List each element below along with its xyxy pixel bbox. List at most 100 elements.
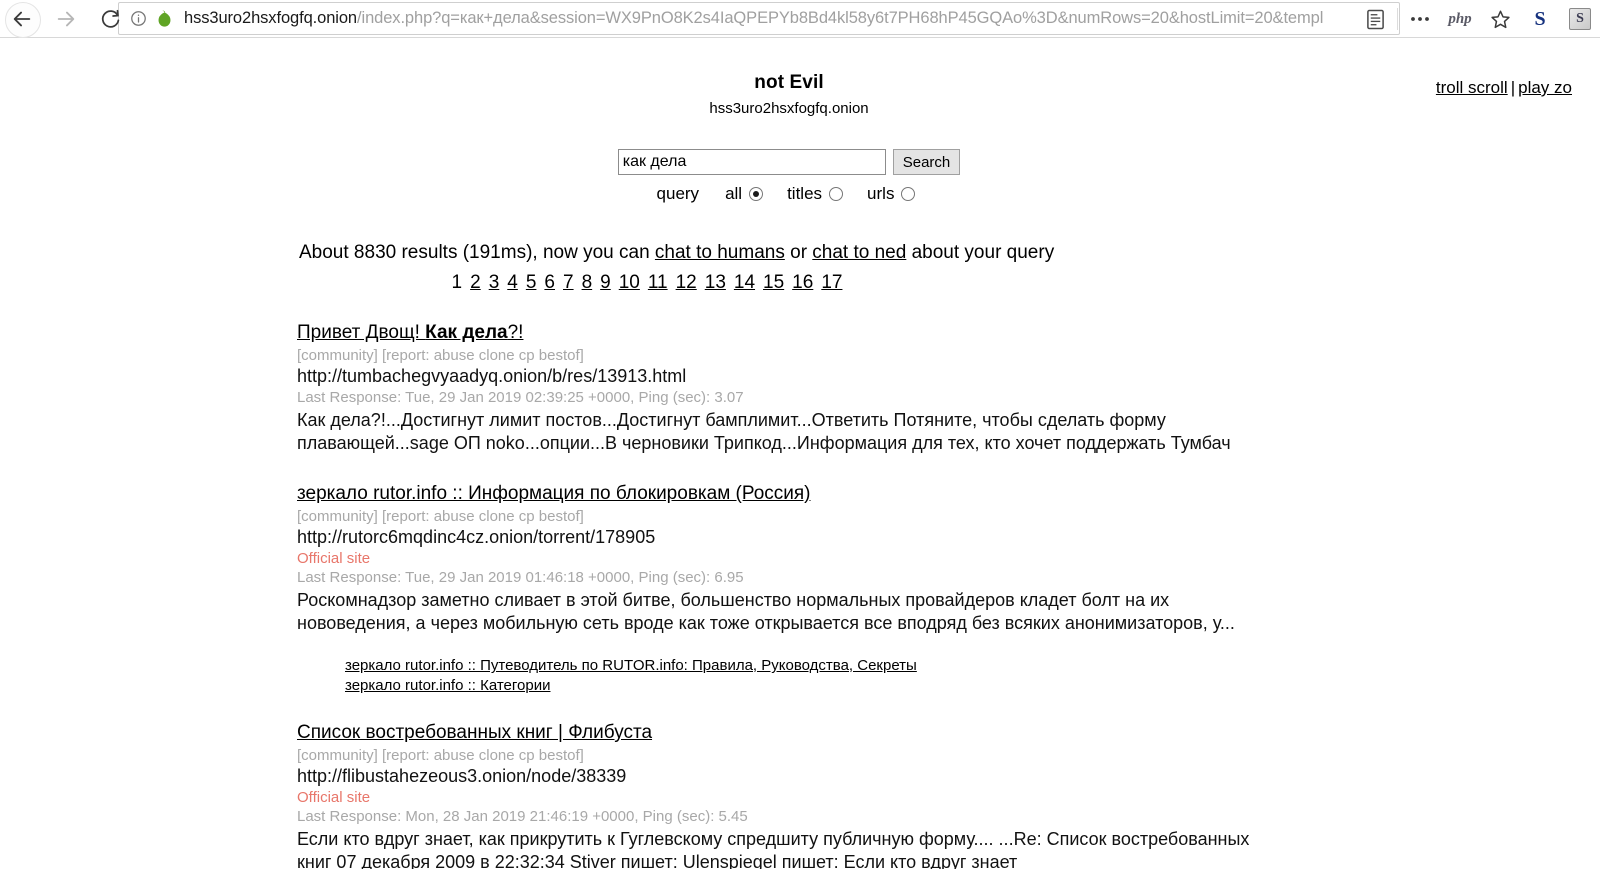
result-meta: Last Response: Mon, 28 Jan 2019 21:46:19…: [297, 808, 748, 826]
search-result: зеркало rutor.info :: Информация по блок…: [297, 483, 1272, 694]
pagination-current-page: 1: [451, 272, 463, 293]
top-links: troll scroll | play zo: [1436, 78, 1572, 98]
back-button[interactable]: [0, 0, 44, 38]
result-sublink[interactable]: зеркало rutor.info :: Категории: [345, 677, 1272, 694]
pagination-page-3[interactable]: 3: [489, 272, 500, 293]
pagination-page-16[interactable]: 16: [792, 272, 813, 293]
radio-all[interactable]: [749, 187, 764, 201]
pagination: 1 2 3 4 5 6 7 8 9 10 11 12 13 14 15 16 17: [297, 272, 997, 294]
pagination-page-13[interactable]: 13: [705, 272, 726, 293]
result-official-badge: Official site: [297, 789, 371, 807]
result-title-link[interactable]: зеркало rutor.info :: Информация по блок…: [297, 483, 811, 505]
toplink-separator: |: [1510, 78, 1516, 97]
results-summary-middle: or: [784, 242, 813, 263]
search-result: Список востребованных книг | Флибуста [co…: [297, 722, 1272, 869]
pagination-page-7[interactable]: 7: [563, 272, 574, 293]
extension-badge-button[interactable]: S: [1560, 0, 1600, 38]
navigation-buttons: [0, 0, 132, 38]
page-subtitle: hss3uro2hsxfogfq.onion: [709, 100, 869, 117]
pagination-page-12[interactable]: 12: [676, 272, 697, 293]
result-official-badge: Official site: [297, 550, 371, 568]
url-text: hss3uro2hsxfogfq.onion/index.php?q=как+д…: [184, 9, 1323, 28]
result-title-text: зеркало rutor.info :: Информация по блок…: [297, 483, 811, 505]
result-url: http://rutorc6mqdinc4cz.onion/torrent/17…: [297, 527, 656, 548]
troll-scroll-link[interactable]: troll scroll: [1436, 78, 1508, 97]
pagination-page-4[interactable]: 4: [507, 272, 518, 293]
search-result: Привет Двощ! Как дела?! [community] [repo…: [297, 322, 1272, 455]
back-arrow-icon: [13, 11, 31, 27]
pagination-page-6[interactable]: 6: [544, 272, 555, 293]
result-snippet: Роскомнадзор заметно сливает в этой битв…: [297, 590, 1235, 634]
scope-label-urls: urls: [867, 184, 895, 203]
url-bar[interactable]: hss3uro2hsxfogfq.onion/index.php?q=как+д…: [118, 2, 1400, 35]
radio-urls[interactable]: [901, 187, 916, 201]
pagination-page-8[interactable]: 8: [582, 272, 593, 293]
s-letter-icon: S: [1534, 7, 1546, 30]
result-url: http://flibustahezeous3.onion/node/38339: [297, 766, 627, 787]
search-input[interactable]: [617, 149, 886, 175]
result-tags[interactable]: [community] [report: abuse clone cp best…: [297, 347, 1272, 364]
play-zoo-link[interactable]: play zo: [1518, 78, 1572, 97]
query-scope-options: query all titles urls: [0, 184, 1578, 204]
pagination-page-9[interactable]: 9: [600, 272, 611, 293]
scope-option-all: all: [725, 184, 781, 204]
results-list: Привет Двощ! Как дела?! [community] [repo…: [297, 322, 1578, 869]
result-snippet: Если кто вдруг знает, как прикрутить к Г…: [297, 829, 1250, 869]
site-info-icon[interactable]: [130, 10, 147, 27]
s-badge-icon: S: [1569, 8, 1591, 30]
extension-s-button[interactable]: S: [1520, 0, 1560, 38]
result-sublinks: зеркало rutor.info :: Путеводитель по RU…: [345, 657, 1272, 694]
reader-view-button[interactable]: [1355, 0, 1395, 38]
search-button[interactable]: Search: [892, 149, 961, 175]
pagination-page-5[interactable]: 5: [526, 272, 537, 293]
pagination-page-11[interactable]: 11: [648, 272, 668, 293]
pagination-page-14[interactable]: 14: [734, 272, 755, 293]
bookmark-button[interactable]: [1480, 0, 1520, 38]
results-summary: About 8830 results (191ms), now you can …: [299, 242, 1578, 264]
more-options-button[interactable]: [1400, 0, 1440, 38]
pagination-page-15[interactable]: 15: [763, 272, 784, 293]
toolbar-right-icons: php S S: [1355, 0, 1600, 38]
php-extension-button[interactable]: php: [1440, 0, 1480, 38]
forward-arrow-icon: [57, 11, 75, 27]
search-form: Search: [0, 149, 1578, 175]
scope-label-titles: titles: [787, 184, 823, 203]
result-url: http://tumbachegvyaadyq.onion/b/res/1391…: [297, 366, 687, 386]
result-tags[interactable]: [community] [report: abuse clone cp best…: [297, 747, 1272, 764]
star-icon: [1490, 10, 1510, 28]
pagination-page-2[interactable]: 2: [470, 272, 481, 293]
result-meta: Last Response: Tue, 29 Jan 2019 02:39:25…: [297, 389, 744, 406]
result-snippet: Как дела?!...Достигнут лимит постов...До…: [297, 410, 1231, 454]
results-area: About 8830 results (191ms), now you can …: [0, 242, 1578, 869]
chat-to-humans-link[interactable]: chat to humans: [655, 242, 785, 263]
result-title-text-tail: ?!: [507, 322, 524, 343]
scope-label-all: all: [725, 184, 743, 203]
result-title-link[interactable]: Список востребованных книг | Флибуста: [297, 722, 652, 744]
php-label: php: [1448, 10, 1472, 27]
results-summary-suffix: about your query: [906, 242, 1055, 263]
result-title-highlight: Как дела: [425, 322, 508, 343]
pagination-page-10[interactable]: 10: [619, 272, 640, 293]
forward-button[interactable]: [44, 0, 88, 38]
radio-titles[interactable]: [829, 187, 844, 201]
reader-view-icon: [1366, 9, 1384, 29]
scope-option-urls: urls: [867, 184, 916, 204]
result-tags[interactable]: [community] [report: abuse clone cp best…: [297, 508, 1272, 525]
result-sublink[interactable]: зеркало rutor.info :: Путеводитель по RU…: [345, 657, 1272, 674]
page-title: not Evil: [754, 72, 824, 93]
results-summary-prefix: About 8830 results (191ms), now you can: [299, 242, 655, 263]
page-content: troll scroll | play zo not Evil hss3uro2hs…: [0, 38, 1600, 869]
browser-toolbar: hss3uro2hsxfogfq.onion/index.php?q=как+д…: [0, 0, 1600, 38]
ellipsis-icon: [1411, 17, 1429, 21]
scope-option-titles: titles: [787, 184, 861, 204]
result-title-text: Привет Двощ!: [297, 322, 426, 343]
page-inner: troll scroll | play zo not Evil hss3uro2hs…: [0, 72, 1578, 869]
query-label: query: [656, 184, 700, 203]
reload-icon: [101, 9, 119, 28]
url-host: hss3uro2hsxfogfq.onion: [184, 9, 358, 27]
result-title-text: Список востребованных книг | Флибуста: [297, 722, 653, 744]
pagination-page-17[interactable]: 17: [821, 272, 842, 293]
result-title-link[interactable]: Привет Двощ! Как дела?!: [297, 322, 523, 344]
toolbar-divider: [1397, 8, 1398, 30]
chat-to-ned-link[interactable]: chat to ned: [812, 242, 906, 263]
